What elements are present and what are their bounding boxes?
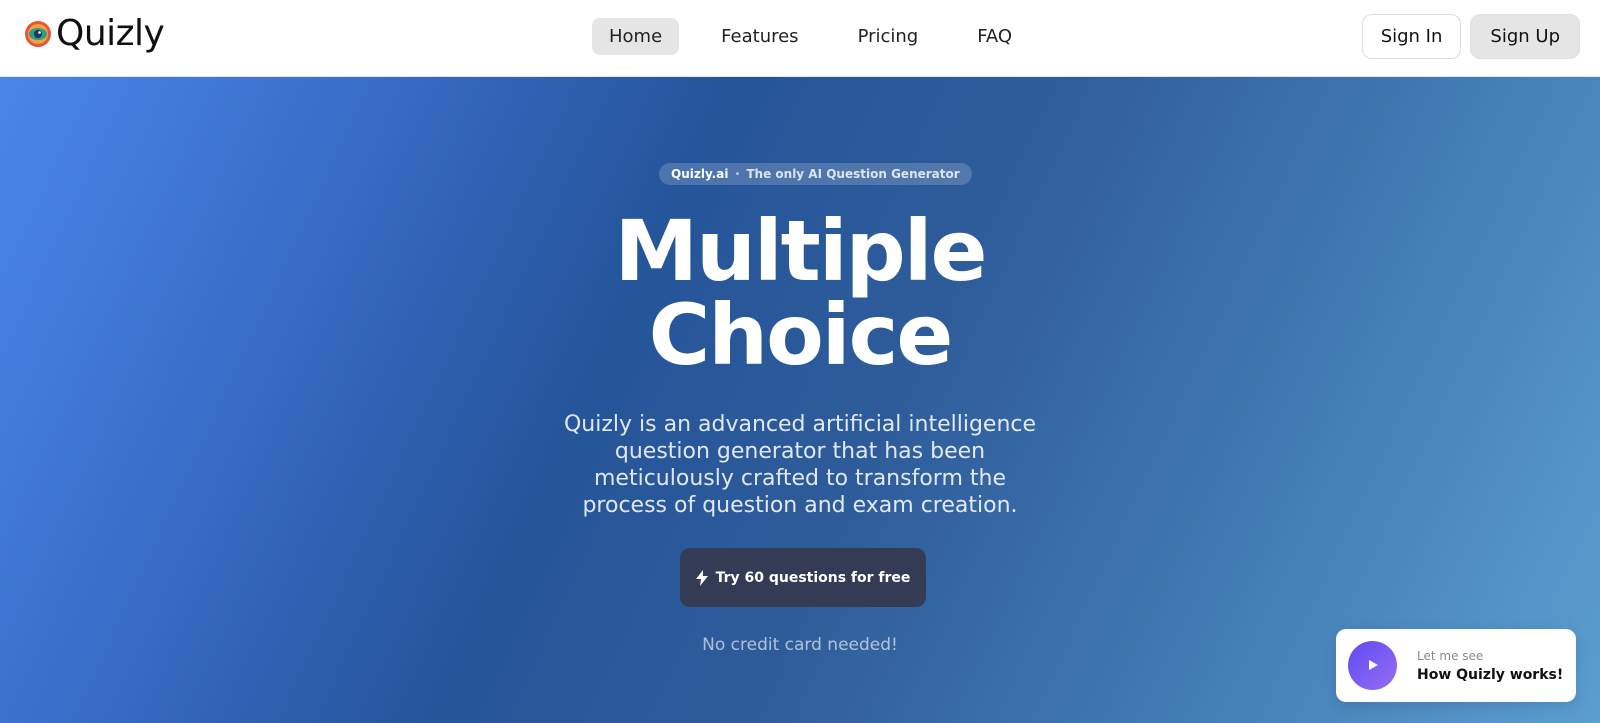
- play-icon: [1367, 656, 1379, 675]
- nav-link-home[interactable]: Home: [592, 18, 680, 55]
- try-free-button[interactable]: Try 60 questions for free: [680, 548, 926, 607]
- video-title: How Quizly works!: [1417, 666, 1564, 683]
- pill-brand: Quizly.ai: [671, 167, 729, 181]
- lightning-bolt-icon: [695, 569, 708, 586]
- hero-headline: Multiple Choice: [0, 209, 1600, 377]
- pill-text: The only AI Question Generator: [746, 167, 960, 181]
- sign-in-button[interactable]: Sign In: [1361, 14, 1462, 59]
- quizly-logo-icon: [24, 20, 52, 48]
- nav-link-faq[interactable]: FAQ: [960, 18, 1029, 55]
- hero-description: Quizly is an advanced artificial intelli…: [563, 412, 1037, 518]
- top-navbar: Quizly Home Features Pricing FAQ Sign In…: [0, 0, 1600, 77]
- tagline-pill: Quizly.ai • The only AI Question Generat…: [659, 163, 972, 185]
- video-kicker: Let me see: [1417, 648, 1484, 663]
- video-card-text: Let me see How Quizly works!: [1417, 649, 1563, 683]
- main-nav: Home Features Pricing FAQ: [592, 18, 1054, 55]
- nav-link-features[interactable]: Features: [704, 18, 815, 55]
- hero-section: Quizly.ai • The only AI Question Generat…: [0, 77, 1600, 723]
- brand-name: Quizly: [56, 13, 165, 54]
- headline-line-1: Multiple: [614, 202, 987, 300]
- sign-up-button[interactable]: Sign Up: [1470, 14, 1580, 59]
- brand[interactable]: Quizly: [24, 13, 165, 54]
- how-it-works-card[interactable]: Let me see How Quizly works!: [1336, 629, 1576, 702]
- pill-separator: •: [734, 168, 741, 180]
- nav-link-pricing[interactable]: Pricing: [841, 18, 936, 55]
- headline-line-2: Choice: [648, 286, 954, 384]
- try-free-label: Try 60 questions for free: [715, 569, 911, 586]
- play-button[interactable]: [1348, 641, 1397, 690]
- auth-buttons: Sign In Sign Up: [1361, 14, 1580, 59]
